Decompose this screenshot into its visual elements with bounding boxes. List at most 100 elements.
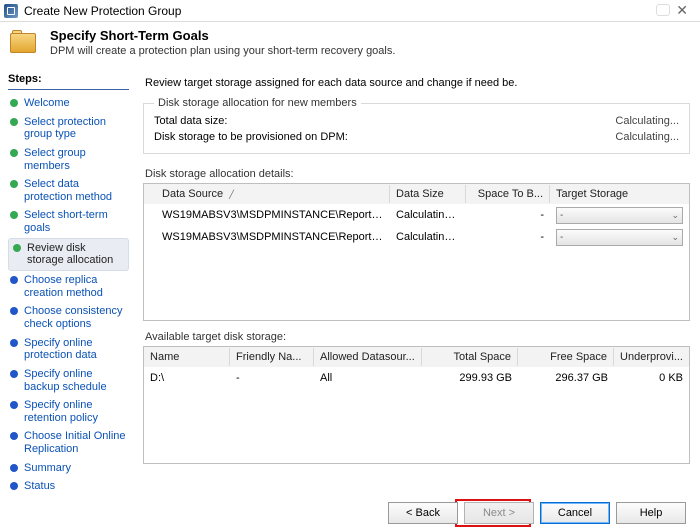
chevron-down-icon: ⌄ [671, 210, 679, 221]
cell-free: 296.37 GB [518, 369, 614, 387]
step-label: Specify online retention policy [24, 399, 127, 424]
step-specify-online-protection-data[interactable]: Specify online protection data [8, 334, 129, 365]
step-label: Status [24, 480, 55, 493]
step-bullet-icon [10, 99, 18, 107]
step-select-group-members[interactable]: Select group members [8, 144, 129, 175]
steps-title: Steps: [8, 73, 129, 90]
col-space-to-be[interactable]: Space To B... [466, 185, 550, 203]
cell-allowed: All [314, 369, 422, 387]
step-bullet-icon [10, 118, 18, 126]
step-specify-online-backup-schedule[interactable]: Specify online backup schedule [8, 365, 129, 396]
table-row[interactable]: WS19MABSV3\MSDPMINSTANCE\ReportServe...C… [144, 226, 689, 248]
provisioned-value: Calculating... [615, 131, 679, 143]
table-row[interactable]: D:\-All299.93 GB296.37 GB0 KB [144, 367, 689, 389]
step-select-protection-group-type[interactable]: Select protection group type [8, 113, 129, 144]
step-select-data-protection-method[interactable]: Select data protection method [8, 175, 129, 206]
step-label: Choose Initial Online Replication [24, 430, 127, 455]
step-bullet-icon [10, 370, 18, 378]
step-label: Specify online protection data [24, 337, 127, 362]
folder-icon [10, 30, 40, 56]
step-summary[interactable]: Summary [8, 459, 129, 478]
allocation-group: Disk storage allocation for new members … [143, 97, 690, 154]
col-total-space[interactable]: Total Space [422, 348, 518, 366]
step-label: Select group members [24, 147, 127, 172]
cell-space: - [466, 206, 550, 224]
step-select-short-term-goals[interactable]: Select short-term goals [8, 206, 129, 237]
step-choose-initial-online-replication[interactable]: Choose Initial Online Replication [8, 427, 129, 458]
app-icon [4, 4, 18, 18]
help-button[interactable]: Help [616, 502, 686, 524]
step-welcome[interactable]: Welcome [8, 94, 129, 113]
provisioned-label: Disk storage to be provisioned on DPM: [154, 131, 348, 143]
step-specify-online-retention-policy[interactable]: Specify online retention policy [8, 396, 129, 427]
col-target-storage[interactable]: Target Storage [550, 185, 689, 203]
button-bar: < Back Next > Cancel Help [388, 502, 686, 524]
step-bullet-icon [10, 401, 18, 409]
cell-name: D:\ [144, 369, 230, 387]
cell-target[interactable]: -⌄ [550, 226, 689, 249]
target-storage-grid: Name Friendly Na... Allowed Datasour... … [143, 346, 690, 464]
col-data-source[interactable]: Data Source [162, 188, 223, 200]
cell-data-size: Calculating ... [390, 228, 466, 246]
step-choose-consistency-check-options[interactable]: Choose consistency check options [8, 302, 129, 333]
back-button[interactable]: < Back [388, 502, 458, 524]
details-grid: Data Source╱ Data Size Space To B... Tar… [143, 183, 690, 321]
step-bullet-icon [10, 211, 18, 219]
page-heading: Specify Short-Term Goals [50, 28, 395, 43]
col-friendly-name[interactable]: Friendly Na... [230, 348, 314, 366]
cell-under: 0 KB [614, 369, 689, 387]
cell-data-source: WS19MABSV3\MSDPMINSTANCE\ReportServe... [144, 206, 390, 224]
store-header[interactable]: Name Friendly Na... Allowed Datasour... … [144, 347, 689, 367]
target-storage-combo[interactable]: -⌄ [556, 207, 683, 224]
details-header[interactable]: Data Source╱ Data Size Space To B... Tar… [144, 184, 689, 204]
chevron-down-icon: ⌄ [671, 232, 679, 243]
step-review-disk-storage-allocation: Review disk storage allocation [8, 238, 129, 271]
step-bullet-icon [10, 339, 18, 347]
col-name[interactable]: Name [144, 348, 230, 366]
step-status[interactable]: Status [8, 477, 129, 496]
step-label: Choose replica creation method [24, 274, 127, 299]
cancel-button[interactable]: Cancel [540, 502, 610, 524]
step-bullet-icon [10, 432, 18, 440]
intro-text: Review target storage assigned for each … [145, 77, 690, 89]
step-label: Welcome [24, 97, 70, 110]
step-bullet-icon [10, 464, 18, 472]
step-label: Select protection group type [24, 116, 127, 141]
cell-data-size: Calculating ... [390, 206, 466, 224]
total-size-label: Total data size: [154, 115, 227, 127]
next-button[interactable]: Next > [464, 502, 534, 524]
step-label: Specify online backup schedule [24, 368, 127, 393]
cell-friendly: - [230, 369, 314, 387]
step-bullet-icon [10, 276, 18, 284]
step-bullet-icon [10, 180, 18, 188]
step-choose-replica-creation-method[interactable]: Choose replica creation method [8, 271, 129, 302]
col-free-space[interactable]: Free Space [518, 348, 614, 366]
total-size-value: Calculating... [615, 115, 679, 127]
allocation-legend: Disk storage allocation for new members [154, 97, 361, 109]
title-bar: Create New Protection Group ✕ [0, 0, 700, 22]
table-row[interactable]: WS19MABSV3\MSDPMINSTANCE\ReportServe...C… [144, 204, 689, 226]
steps-pane: Steps: Welcome Select protection group ty… [0, 67, 135, 507]
wizard-header: Specify Short-Term Goals DPM will create… [0, 22, 700, 67]
step-label: Select data protection method [24, 178, 127, 203]
col-underprovisioned[interactable]: Underprovi... [614, 348, 689, 366]
details-label: Disk storage allocation details: [145, 168, 690, 180]
step-label: Review disk storage allocation [27, 242, 124, 267]
window-title: Create New Protection Group [24, 4, 181, 18]
step-bullet-icon [10, 149, 18, 157]
store-label: Available target disk storage: [145, 331, 690, 343]
col-data-size[interactable]: Data Size [390, 185, 466, 203]
page-subtext: DPM will create a protection plan using … [50, 45, 395, 57]
speech-icon [656, 4, 670, 16]
content-pane: Review target storage assigned for each … [135, 67, 700, 507]
cell-target[interactable]: -⌄ [550, 204, 689, 227]
step-bullet-icon [10, 482, 18, 490]
col-allowed-ds[interactable]: Allowed Datasour... [314, 348, 422, 366]
step-label: Select short-term goals [24, 209, 127, 234]
cell-data-source: WS19MABSV3\MSDPMINSTANCE\ReportServe... [144, 228, 390, 246]
close-icon[interactable]: ✕ [670, 2, 694, 19]
step-label: Choose consistency check options [24, 305, 127, 330]
step-label: Summary [24, 462, 71, 475]
step-bullet-icon [10, 307, 18, 315]
target-storage-combo[interactable]: -⌄ [556, 229, 683, 246]
